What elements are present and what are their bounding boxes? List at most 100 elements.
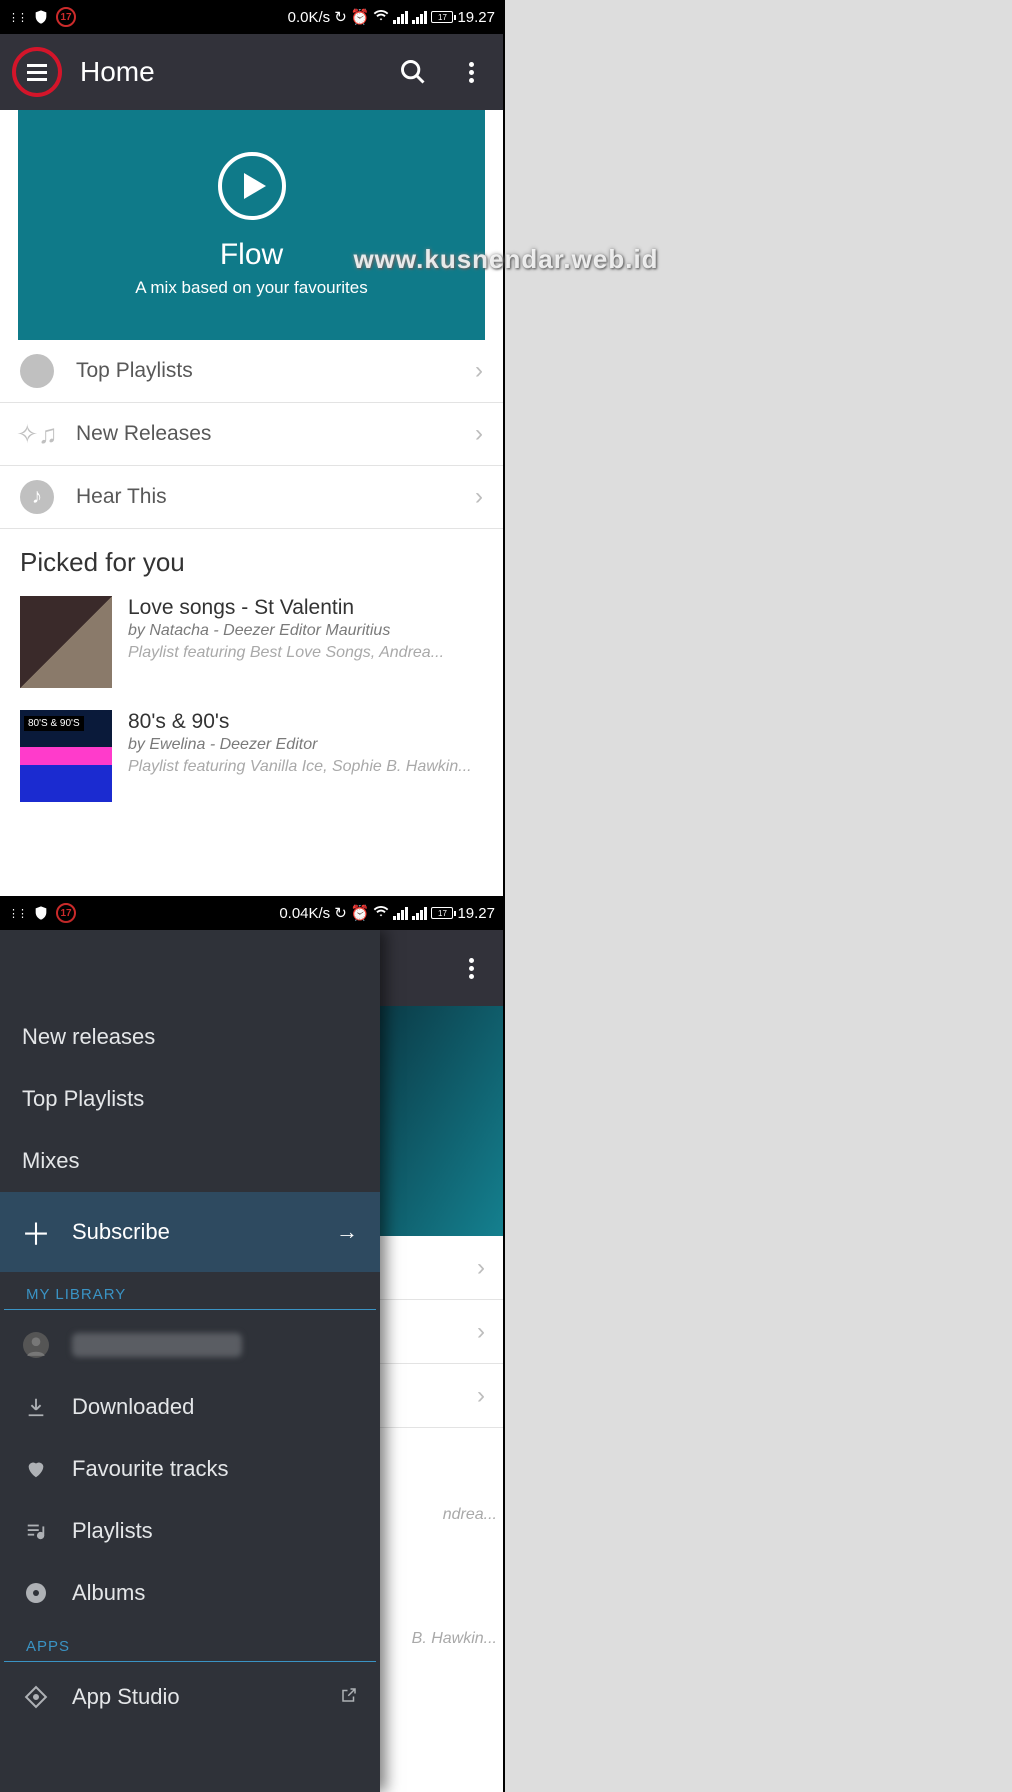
drawer-subscribe[interactable]: ＋ Subscribe → [0, 1192, 380, 1272]
status-bar: 17 0.0K/s ↻ ⏰ 17 19.27 [0, 0, 503, 34]
nav-top-playlists[interactable]: Top Playlists › [0, 340, 503, 403]
drawer-label: Playlists [72, 1518, 153, 1544]
card-description: Playlist featuring Best Love Songs, Andr… [128, 644, 483, 662]
drawer-profile[interactable] [0, 1314, 380, 1376]
play-icon [218, 152, 286, 220]
bbm-icon [8, 904, 26, 922]
card-author: by Natacha - Deezer Editor Mauritius [128, 622, 483, 640]
profile-name-blurred [72, 1333, 242, 1357]
playlist-thumbnail [20, 596, 112, 688]
bbm-icon [8, 8, 26, 26]
drawer-playlists[interactable]: Playlists [0, 1500, 380, 1562]
sync-icon: ↻ [334, 8, 347, 26]
drawer-albums[interactable]: Albums [0, 1562, 380, 1624]
hero-peek [378, 1006, 503, 1236]
note-circle-icon: ♪ [20, 480, 54, 514]
network-speed: 0.0K/s [288, 9, 331, 26]
section-my-library: MY LIBRARY [4, 1272, 376, 1310]
notification-badge: 17 [56, 903, 76, 923]
status-bar: 17 0.04K/s ↻ ⏰ 17 19.27 [0, 896, 503, 930]
network-speed: 0.04K/s [279, 905, 330, 922]
nav-hear-this[interactable]: ♪ Hear This › [0, 466, 503, 529]
overflow-button[interactable] [451, 948, 491, 988]
card-description: Playlist featuring Vanilla Ice, Sophie B… [128, 758, 483, 776]
card-title: Love songs - St Valentin [128, 596, 483, 620]
download-icon [22, 1396, 50, 1418]
drawer-app-studio[interactable]: App Studio [0, 1666, 380, 1728]
drawer-favourite-tracks[interactable]: Favourite tracks [0, 1438, 380, 1500]
drawer-label: Favourite tracks [72, 1456, 229, 1482]
overflow-button[interactable] [451, 52, 491, 92]
plus-icon: ＋ [22, 1210, 50, 1254]
drawer-new-releases[interactable]: New releases [0, 1006, 380, 1068]
signal-icon-1 [393, 10, 408, 24]
music-spark-icon: ✧♫ [20, 417, 54, 451]
app-bar: Home [0, 34, 503, 110]
sync-icon: ↻ [334, 904, 347, 922]
drawer-label: Albums [72, 1580, 145, 1606]
nav-row-peek[interactable]: › [378, 1300, 503, 1364]
chevron-right-icon: › [475, 420, 483, 448]
nav-row-peek[interactable]: › [378, 1364, 503, 1428]
shield-icon [32, 8, 50, 26]
wifi-icon [373, 7, 389, 27]
alarm-icon: ⏰ [351, 8, 370, 26]
battery-icon: 17 [431, 907, 453, 919]
disc-icon [22, 1581, 50, 1605]
arrow-up-circle-icon [20, 354, 54, 388]
hamburger-icon [27, 64, 47, 81]
battery-icon: 17 [431, 11, 453, 23]
signal-icon-1 [393, 906, 408, 920]
drawer-label: App Studio [72, 1684, 180, 1710]
search-button[interactable] [393, 52, 433, 92]
playlist-thumbnail: 80'S & 90'S [20, 710, 112, 802]
signal-icon-2 [412, 906, 427, 920]
nav-row-peek[interactable]: › [378, 1236, 503, 1300]
heart-icon [22, 1458, 50, 1480]
clock: 19.27 [457, 9, 495, 26]
dots-vertical-icon [469, 958, 474, 979]
clock: 19.27 [457, 905, 495, 922]
alarm-icon: ⏰ [351, 904, 370, 922]
menu-button[interactable] [12, 47, 62, 97]
section-header-picked: Picked for you [0, 529, 503, 588]
notification-badge: 17 [56, 7, 76, 27]
phone-left: 17 0.0K/s ↻ ⏰ 17 19.27 Home Flow [0, 0, 505, 896]
page-title: Home [80, 56, 375, 88]
section-apps: APPS [4, 1624, 376, 1662]
peek-text: ndrea... [443, 1506, 497, 1524]
drawer-mixes[interactable]: Mixes [0, 1130, 380, 1192]
chevron-right-icon: › [475, 357, 483, 385]
nav-new-releases[interactable]: ✧♫ New Releases › [0, 403, 503, 466]
thumbnail-tag: 80'S & 90'S [24, 716, 84, 731]
playlist-icon [22, 1520, 50, 1542]
subscribe-label: Subscribe [72, 1219, 170, 1245]
drawer-label: Downloaded [72, 1394, 194, 1420]
wifi-icon [373, 903, 389, 923]
phone-right: 17 0.04K/s ↻ ⏰ 17 19.27 DEEZER [0, 896, 505, 1792]
diamond-icon [22, 1685, 50, 1709]
arrow-right-icon: → [336, 1219, 358, 1245]
card-title: 80's & 90's [128, 710, 483, 734]
nav-label: Top Playlists [76, 359, 193, 383]
playlist-card[interactable]: 80'S & 90'S 80's & 90's by Ewelina - Dee… [0, 702, 503, 816]
navigation-drawer: New releases Top Playlists Mixes ＋ Subsc… [0, 930, 380, 1792]
signal-icon-2 [412, 10, 427, 24]
nav-label: New Releases [76, 422, 211, 446]
search-icon [399, 58, 427, 86]
hero-subtitle: A mix based on your favourites [135, 278, 367, 298]
drawer-downloaded[interactable]: Downloaded [0, 1376, 380, 1438]
peek-text: B. Hawkin... [412, 1630, 497, 1648]
shield-icon [32, 904, 50, 922]
hero-title: Flow [220, 238, 283, 272]
drawer-top-playlists[interactable]: Top Playlists [0, 1068, 380, 1130]
content-peek: › › › ndrea... B. Hawkin... [378, 1006, 503, 1428]
card-author: by Ewelina - Deezer Editor [128, 736, 483, 754]
nav-label: Hear This [76, 485, 167, 509]
chevron-right-icon: › [475, 483, 483, 511]
playlist-card[interactable]: Love songs - St Valentin by Natacha - De… [0, 588, 503, 702]
avatar-icon [22, 1332, 50, 1358]
open-external-icon [340, 1684, 358, 1710]
flow-hero[interactable]: Flow A mix based on your favourites [18, 110, 485, 340]
dots-vertical-icon [469, 62, 474, 83]
